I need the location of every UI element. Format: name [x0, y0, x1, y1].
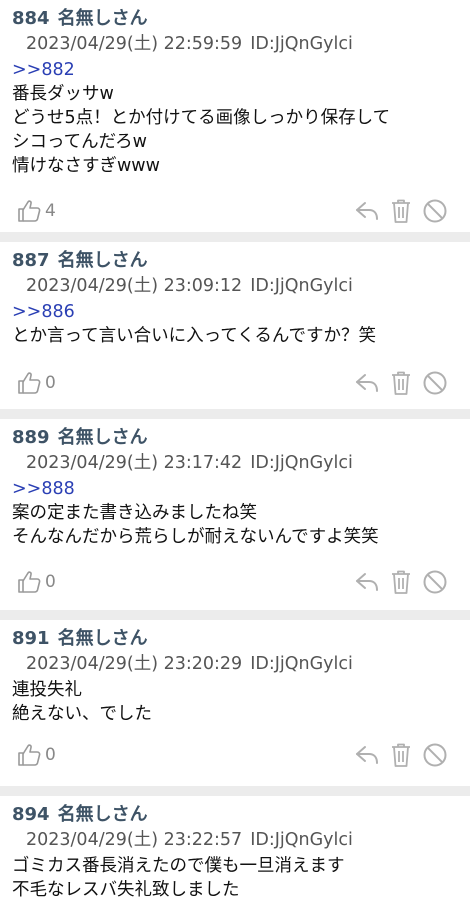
- poster-name: 名無しさん: [57, 8, 148, 29]
- like-count: 4: [45, 201, 56, 221]
- reply-anchor-link[interactable]: >>882: [12, 58, 390, 82]
- post-text-line: 絶えない、でした: [12, 704, 152, 724]
- post-actions: 4: [0, 196, 470, 228]
- post-body: >>882 番長ダッサw どうせ5点！とか付けてる画像しっかり保存して シコって…: [12, 58, 390, 178]
- thumbs-up-icon: [18, 372, 41, 394]
- poster-id[interactable]: ID:JjQnGylci: [250, 453, 353, 473]
- poster-id[interactable]: ID:JjQnGylci: [250, 34, 353, 54]
- post-body: 連投失礼 絶えない、でした: [12, 678, 152, 726]
- post-header: 889 名無しさん: [12, 423, 148, 449]
- like-button[interactable]: 0: [16, 368, 56, 398]
- post-number[interactable]: 894: [12, 804, 50, 825]
- like-button[interactable]: 4: [16, 196, 56, 226]
- post-889: 889 名無しさん 2023/04/29(土) 23:17:42 ID:JjQnGy…: [0, 419, 470, 610]
- post-number[interactable]: 884: [12, 8, 50, 29]
- post-header: 887 名無しさん: [12, 246, 148, 272]
- post-text-line: とか言って言い合いに入ってくるんですか？笑: [12, 326, 376, 346]
- post-number[interactable]: 887: [12, 250, 50, 271]
- poster-name: 名無しさん: [57, 804, 148, 825]
- poster-id[interactable]: ID:JjQnGylci: [250, 830, 353, 850]
- post-datetime: 2023/04/29(土) 23:17:42: [26, 453, 243, 473]
- post-text-line: ゴミカス番長消えたので僕も一旦消えます: [12, 856, 345, 876]
- post-number[interactable]: 891: [12, 628, 50, 649]
- trash-icon[interactable]: [389, 370, 413, 396]
- post-datetime: 2023/04/29(土) 23:20:29: [26, 654, 243, 674]
- post-actions: 0: [0, 740, 470, 772]
- post-body: >>886 とか言って言い合いに入ってくるんですか？笑: [12, 300, 376, 348]
- post-body: >>888 案の定また書き込みましたね笑 そんなんだから荒らしが耐えないんですよ…: [12, 477, 379, 549]
- like-count: 0: [45, 745, 56, 765]
- post-887: 887 名無しさん 2023/04/29(土) 23:09:12 ID:JjQnGy…: [0, 242, 470, 409]
- post-text-line: 案の定また書き込みましたね笑: [12, 503, 257, 523]
- poster-name: 名無しさん: [57, 628, 148, 649]
- poster-id[interactable]: ID:JjQnGylci: [250, 276, 353, 296]
- trash-icon[interactable]: [389, 569, 413, 595]
- thumbs-up-icon: [18, 200, 41, 222]
- reply-anchor-link[interactable]: >>886: [12, 300, 376, 324]
- post-meta: 2023/04/29(土) 23:17:42 ID:JjQnGylci: [26, 449, 353, 474]
- like-count: 0: [45, 572, 56, 592]
- post-text-line: 不毛なレスバ失礼致しました: [12, 880, 240, 900]
- reply-anchor-link[interactable]: >>888: [12, 477, 379, 501]
- block-icon[interactable]: [422, 742, 448, 768]
- post-actions: 0: [0, 368, 470, 400]
- block-icon[interactable]: [422, 370, 448, 396]
- post-884: 884 名無しさん 2023/04/29(土) 22:59:59 ID:JjQnGy…: [0, 0, 470, 232]
- post-text-line: どうせ5点！とか付けてる画像しっかり保存して: [12, 108, 391, 128]
- post-meta: 2023/04/29(土) 22:59:59 ID:JjQnGylci: [26, 30, 353, 55]
- post-meta: 2023/04/29(土) 23:22:57 ID:JjQnGylci: [26, 826, 353, 851]
- thumbs-up-icon: [18, 571, 41, 593]
- block-icon[interactable]: [422, 198, 448, 224]
- reply-arrow-icon[interactable]: [354, 198, 380, 224]
- post-text-line: 番長ダッサw: [12, 84, 114, 104]
- post-text-line: 情けなさすぎwww: [12, 156, 160, 176]
- reply-arrow-icon[interactable]: [354, 742, 380, 768]
- post-meta: 2023/04/29(土) 23:09:12 ID:JjQnGylci: [26, 272, 353, 297]
- reply-arrow-icon[interactable]: [354, 569, 380, 595]
- post-891: 891 名無しさん 2023/04/29(土) 23:20:29 ID:JjQnGy…: [0, 620, 470, 786]
- post-datetime: 2023/04/29(土) 23:22:57: [26, 830, 243, 850]
- like-button[interactable]: 0: [16, 740, 56, 770]
- post-datetime: 2023/04/29(土) 23:09:12: [26, 276, 243, 296]
- post-header: 884 名無しさん: [12, 4, 148, 30]
- like-button[interactable]: 0: [16, 567, 56, 597]
- block-icon[interactable]: [422, 569, 448, 595]
- poster-id[interactable]: ID:JjQnGylci: [250, 654, 353, 674]
- poster-name: 名無しさん: [57, 427, 148, 448]
- thumbs-up-icon: [18, 744, 41, 766]
- post-number[interactable]: 889: [12, 427, 50, 448]
- trash-icon[interactable]: [389, 742, 413, 768]
- post-body: ゴミカス番長消えたので僕も一旦消えます 不毛なレスバ失礼致しました: [12, 854, 345, 902]
- post-894: 894 名無しさん 2023/04/29(土) 23:22:57 ID:JjQnGy…: [0, 796, 470, 903]
- post-datetime: 2023/04/29(土) 22:59:59: [26, 34, 243, 54]
- trash-icon[interactable]: [389, 198, 413, 224]
- like-count: 0: [45, 373, 56, 393]
- post-header: 894 名無しさん: [12, 800, 148, 826]
- post-text-line: そんなんだから荒らしが耐えないんですよ笑笑: [12, 527, 379, 547]
- post-meta: 2023/04/29(土) 23:20:29 ID:JjQnGylci: [26, 650, 353, 675]
- poster-name: 名無しさん: [57, 250, 148, 271]
- post-text-line: 連投失礼: [12, 680, 82, 700]
- post-header: 891 名無しさん: [12, 624, 148, 650]
- post-actions: 0: [0, 567, 470, 599]
- post-text-line: シコってんだろw: [12, 132, 147, 152]
- reply-arrow-icon[interactable]: [354, 370, 380, 396]
